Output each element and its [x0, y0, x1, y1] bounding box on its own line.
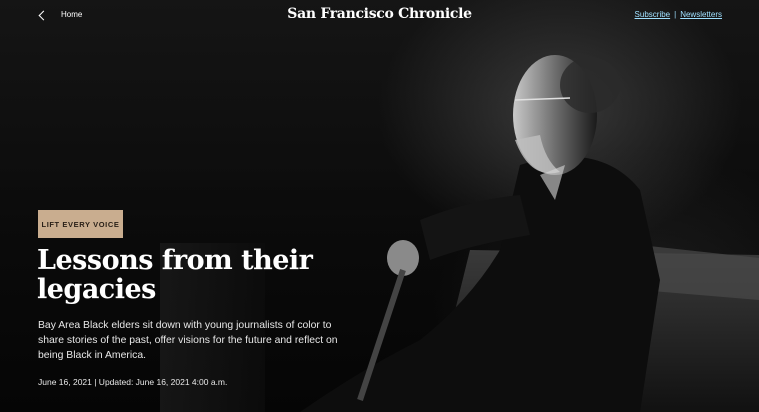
article-dateline: June 16, 2021 | Updated: June 16, 2021 4…: [38, 377, 228, 387]
account-links: Subscribe | Newsletters: [635, 10, 722, 19]
top-bar: Home San Francisco Chronicle Subscribe | N…: [0, 0, 759, 30]
article-headline: Lessons from their legacies: [37, 245, 313, 305]
section-kicker[interactable]: LIFT EVERY VOICE: [38, 210, 123, 238]
article-dek: Bay Area Black elders sit down with youn…: [38, 320, 338, 361]
subscribe-link[interactable]: Subscribe: [635, 10, 671, 19]
link-separator: |: [674, 10, 677, 19]
newsletters-link[interactable]: Newsletters: [680, 10, 722, 19]
